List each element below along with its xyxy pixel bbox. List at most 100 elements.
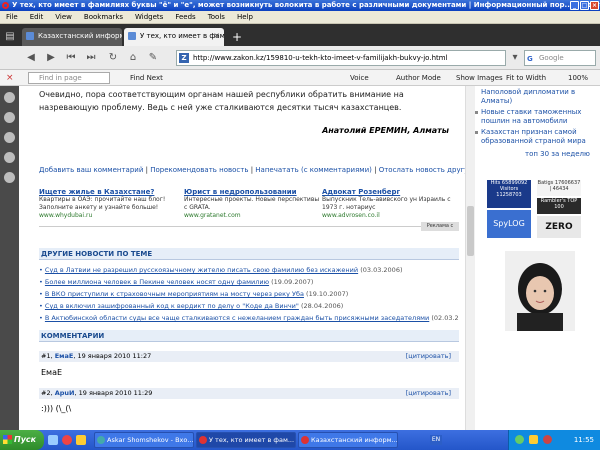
language-indicator[interactable]: EN: [430, 435, 442, 445]
quote-link[interactable]: [цитировать]: [406, 388, 451, 399]
menu-tools[interactable]: Tools: [208, 13, 225, 21]
ad-title[interactable]: Ищете жилье в Казахстане?: [39, 188, 177, 196]
tray-volume-icon[interactable]: [529, 435, 538, 444]
comment-author-link[interactable]: АрuИ: [55, 389, 75, 397]
find-placeholder: Find in page: [39, 74, 82, 82]
minimize-button[interactable]: _: [570, 1, 579, 10]
menu-feeds[interactable]: Feeds: [175, 13, 195, 21]
print-with-comments-link[interactable]: (с комментариями): [301, 166, 372, 174]
right-news-link[interactable]: Новые ставки таможенных пошлин на автомо…: [475, 108, 595, 126]
find-in-page-input[interactable]: Find in page: [28, 72, 110, 84]
tray-security-icon[interactable]: [543, 435, 552, 444]
news-link[interactable]: Суд в включил зашифрованный код к вердик…: [45, 302, 299, 310]
taskbar-item-article[interactable]: У тех, кто имеет в фам...: [196, 432, 296, 448]
list-item[interactable]: • В Актюбинской области суды все чаще ст…: [39, 314, 459, 322]
list-item[interactable]: • В ВКО приступили к страховочным меропр…: [39, 290, 459, 298]
find-next-button[interactable]: Find Next: [130, 72, 163, 84]
list-item[interactable]: Новые ставки таможенных пошлин на автомо…: [475, 108, 595, 126]
new-tab-button[interactable]: +: [230, 30, 244, 44]
menu-help[interactable]: Help: [237, 13, 253, 21]
transfers-panel-icon[interactable]: [4, 152, 15, 163]
news-link[interactable]: В ВКО приступили к страховочным мероприя…: [45, 290, 304, 298]
history-panel-icon[interactable]: [4, 132, 15, 143]
opera-quicklaunch-icon[interactable]: [62, 435, 72, 445]
ad-title[interactable]: Юрист в недропользовании: [184, 188, 322, 196]
top30-link[interactable]: топ 30 за неделю: [525, 150, 590, 158]
folder-quicklaunch-icon[interactable]: [76, 435, 86, 445]
tray-network-icon[interactable]: [515, 435, 524, 444]
comment-author-link[interactable]: ЕмаЕ: [55, 352, 74, 360]
tab-menu-icon[interactable]: ▤: [3, 30, 17, 44]
back-icon[interactable]: ◀: [24, 51, 38, 65]
menu-file[interactable]: File: [6, 13, 18, 21]
spylog-counter[interactable]: SpyLOG: [487, 210, 531, 238]
fast-forward-icon[interactable]: ⏭: [84, 51, 98, 65]
tab-kazakh-info[interactable]: Казахстанский информаци...: [22, 28, 122, 46]
ad-block[interactable]: Адвокат Розенберг Выпускник Тель-авивско…: [322, 188, 460, 220]
rambler-counter[interactable]: Rambler's TOP 100: [537, 198, 581, 214]
ad-block[interactable]: Юрист в недропользовании Интересные прое…: [184, 188, 322, 220]
news-link[interactable]: В Актюбинской области суды все чаще стал…: [45, 314, 429, 322]
close-tab-icon[interactable]: ×: [213, 28, 220, 44]
list-item[interactable]: • Суд в Латвии не разрешил русскоязычном…: [39, 266, 459, 274]
close-find-icon[interactable]: ×: [6, 72, 18, 84]
ad-block[interactable]: Ищете жилье в Казахстане? Квартиры в ОАЭ…: [39, 188, 177, 220]
batigs-counter[interactable]: Batigs 17606637 | 46434: [537, 180, 581, 196]
list-item[interactable]: • Более миллиона человек в Пекине челове…: [39, 278, 459, 286]
show-images-button[interactable]: Show Images: [456, 72, 503, 84]
forward-icon[interactable]: ▶: [44, 51, 58, 65]
rewind-icon[interactable]: ⏮: [64, 51, 78, 65]
avatar: [505, 251, 575, 331]
start-button[interactable]: Пуск: [0, 430, 44, 450]
google-icon: G: [527, 55, 533, 63]
zero-counter[interactable]: ZERO: [537, 216, 581, 238]
news-date: (28.04.2006): [300, 302, 344, 310]
menu-view[interactable]: View: [55, 13, 72, 21]
list-item[interactable]: Казахстан признан самой образованной стр…: [475, 128, 595, 146]
send-to-friend-link[interactable]: Отослать новость другу: [379, 166, 469, 174]
reload-icon[interactable]: ↻: [106, 51, 120, 65]
add-comment-link[interactable]: Добавить ваш комментарий: [39, 166, 143, 174]
right-news-link[interactable]: Наполовой дипломатии в Алматы): [475, 88, 595, 106]
notes-panel-icon[interactable]: [4, 112, 15, 123]
maximize-button[interactable]: □: [580, 1, 589, 10]
address-field[interactable]: Z http://www.zakon.kz/159810-u-tekh-kto-…: [176, 50, 506, 66]
print-link[interactable]: Напечатать: [255, 166, 298, 174]
taskbar-item-kazakh-info[interactable]: Казахстанский информ...: [298, 432, 398, 448]
taskbar-item-email[interactable]: Askar Shomshekov - Вхо...: [94, 432, 194, 448]
links-panel-icon[interactable]: [4, 172, 15, 183]
ad-label[interactable]: Реклама с: [421, 222, 459, 231]
scrollbar-thumb[interactable]: [467, 206, 474, 256]
comment-date: , 19 января 2010 11:27: [73, 352, 152, 360]
zoom-select[interactable]: 100%: [568, 72, 588, 84]
list-item[interactable]: • Суд в включил зашифрованный код к верд…: [39, 302, 459, 310]
recommend-link[interactable]: Порекомендовать новость: [150, 166, 248, 174]
desktop-quicklaunch-icon[interactable]: [48, 435, 58, 445]
wand-icon[interactable]: ✎: [146, 51, 160, 65]
bookmarks-panel-icon[interactable]: [4, 92, 15, 103]
tab-active-article[interactable]: У тех, кто имеет в фамили... ×: [124, 28, 224, 46]
news-link[interactable]: Суд в Латвии не разрешил русскоязычному …: [45, 266, 358, 274]
secondary-toolbar: × Find in page Find Next Voice Author Mo…: [0, 70, 600, 86]
quote-link[interactable]: [цитировать]: [406, 351, 451, 362]
right-news-link[interactable]: Казахстан признан самой образованной стр…: [475, 128, 595, 146]
ad-url[interactable]: www.whydubai.ru: [39, 212, 177, 220]
ad-url[interactable]: www.gratanet.com: [184, 212, 322, 220]
ad-url[interactable]: www.advrosen.co.il: [322, 212, 460, 220]
search-input[interactable]: G Google: [524, 50, 596, 66]
news-link[interactable]: Более миллиона человек в Пекине человек …: [45, 278, 269, 286]
close-window-button[interactable]: ×: [590, 1, 599, 10]
menu-bookmarks[interactable]: Bookmarks: [84, 13, 123, 21]
comment-date: , 19 января 2010 11:29: [74, 389, 153, 397]
list-item[interactable]: Наполовой дипломатии в Алматы): [475, 88, 595, 106]
menu-widgets[interactable]: Widgets: [135, 13, 163, 21]
menu-edit[interactable]: Edit: [30, 13, 44, 21]
address-dropdown-icon[interactable]: ▾: [508, 51, 522, 65]
voice-button[interactable]: Voice: [350, 72, 369, 84]
left-column-scrollbar[interactable]: [465, 86, 475, 430]
home-icon[interactable]: ⌂: [126, 51, 140, 65]
fit-to-width-button[interactable]: Fit to Width: [506, 72, 546, 84]
ad-title[interactable]: Адвокат Розенберг: [322, 188, 460, 196]
author-mode-button[interactable]: Author Mode: [396, 72, 441, 84]
hits-counter[interactable]: Hits 65899092 Visitors 11258703: [487, 180, 531, 208]
